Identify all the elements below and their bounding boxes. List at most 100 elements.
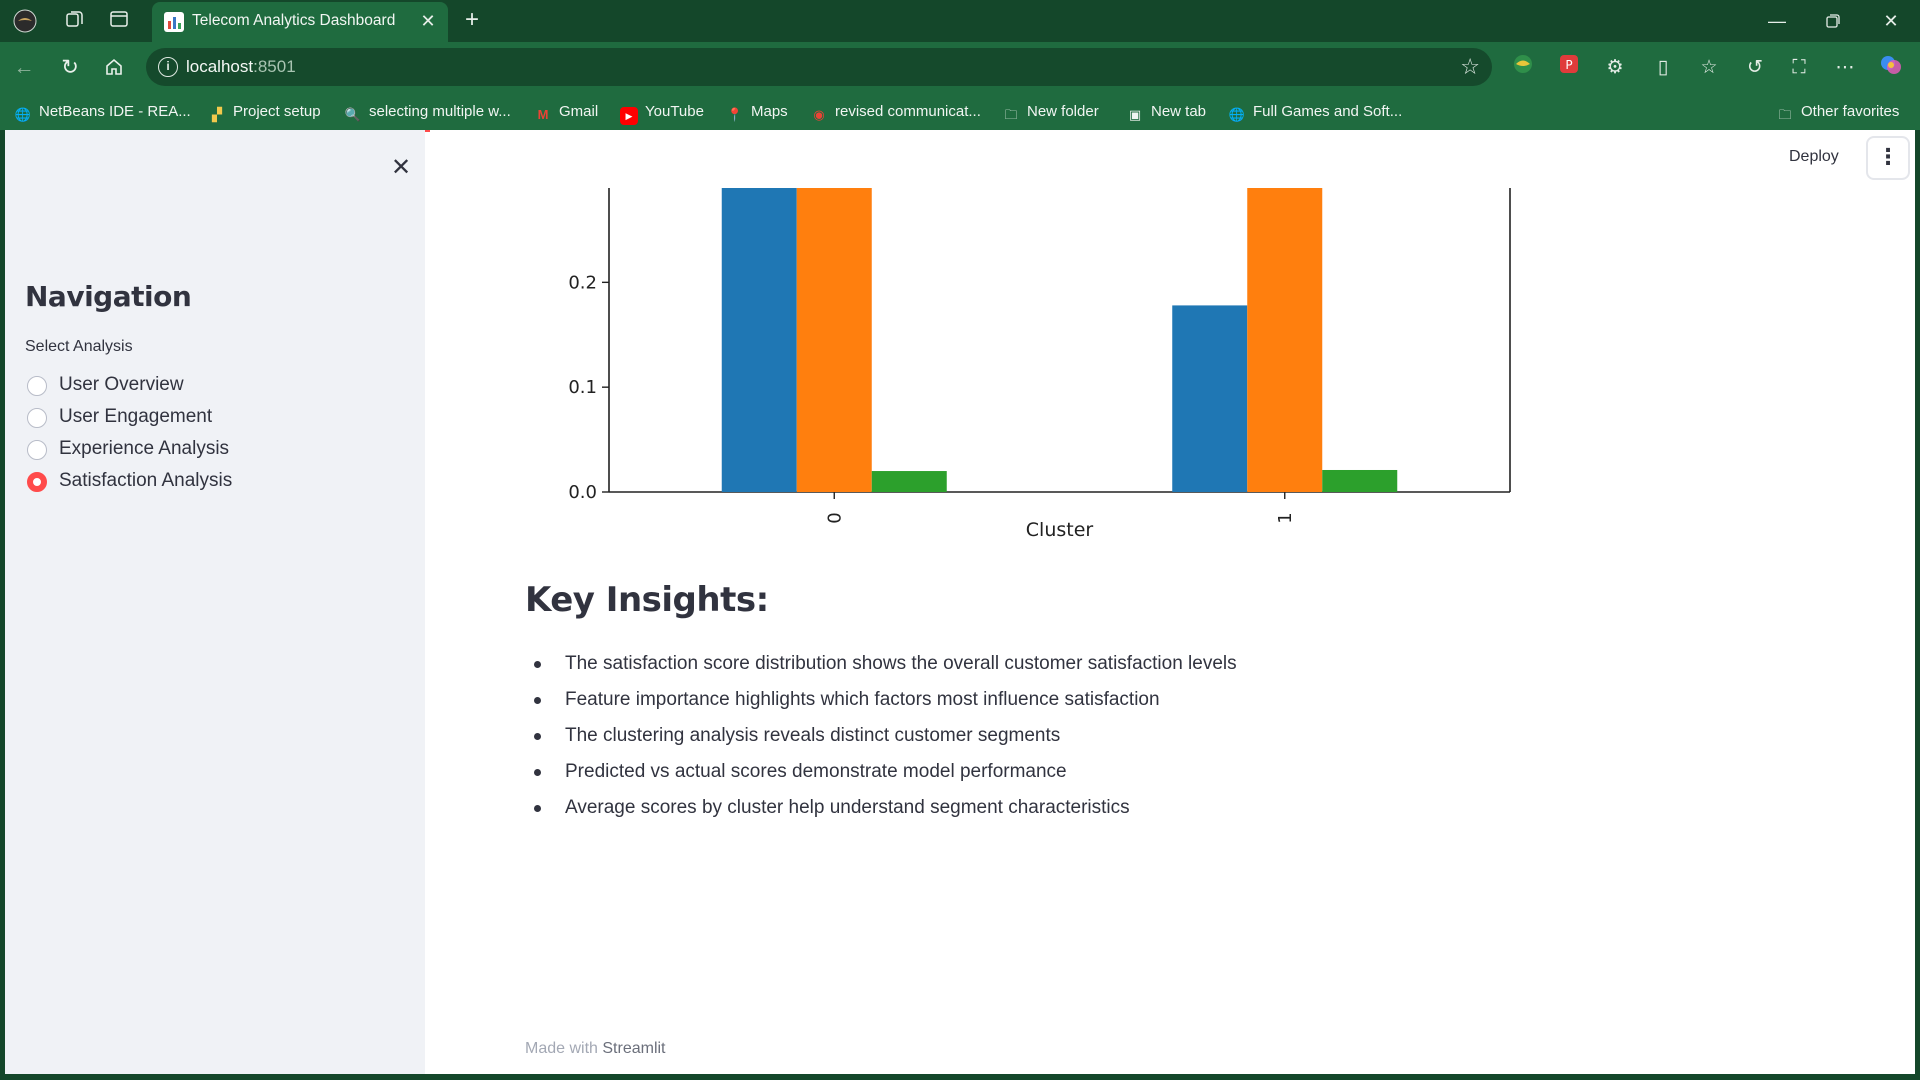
key-insights-title: Key Insights:	[525, 580, 769, 620]
more-menu-icon[interactable]: ⋯	[1830, 53, 1860, 83]
split-screen-icon[interactable]: ▯	[1648, 53, 1678, 83]
radio-circle-icon[interactable]	[27, 440, 47, 460]
bookmark-revised-communication[interactable]: ◉ revised communicat...	[810, 101, 981, 123]
svg-text:P: P	[1565, 58, 1572, 72]
close-sidebar-icon[interactable]: ✕	[381, 148, 421, 188]
new-tab-icon[interactable]: +	[458, 6, 486, 34]
reload-icon[interactable]: ↻	[56, 54, 84, 82]
list-item: Predicted vs actual scores demonstrate m…	[525, 758, 1237, 794]
bookmark-label: revised communicat...	[835, 103, 981, 120]
radio-circle-icon[interactable]	[27, 408, 47, 428]
list-item: Average scores by cluster help understan…	[525, 794, 1237, 830]
key-insights-list: The satisfaction score distribution show…	[525, 650, 1237, 830]
search-icon: 🔍	[344, 107, 362, 122]
maps-icon: 📍	[726, 107, 744, 122]
extension-red-icon[interactable]: P	[1554, 53, 1584, 83]
bookmark-label: YouTube	[645, 103, 704, 120]
home-icon[interactable]	[100, 54, 128, 82]
bookmark-label: Project setup	[233, 103, 321, 120]
bookmark-label: NetBeans IDE - REA...	[39, 103, 191, 120]
url-host: localhost	[186, 57, 254, 76]
screenshot-icon[interactable]: ⛶	[1784, 53, 1814, 83]
cluster-bar-chart: 0.0 0.1 0.2 0 1 Cluster	[568, 188, 1511, 541]
copilot-icon[interactable]	[1876, 53, 1906, 83]
favorites-icon[interactable]: ☆	[1694, 53, 1724, 83]
footer: Made with Streamlit	[525, 1040, 666, 1058]
bookmark-selecting-multiple[interactable]: 🔍 selecting multiple w...	[344, 101, 511, 123]
globe-icon: 🌐	[14, 107, 32, 122]
list-item: The satisfaction score distribution show…	[525, 650, 1237, 686]
bar	[721, 188, 797, 492]
back-icon[interactable]: ←	[10, 54, 38, 82]
bookmark-label: Full Games and Soft...	[1253, 103, 1403, 120]
bar	[1247, 188, 1323, 492]
tab-actions-icon[interactable]	[106, 9, 132, 33]
list-item: The clustering analysis reveals distinct…	[525, 722, 1237, 758]
restore-icon[interactable]	[1810, 6, 1856, 36]
profile-avatar-icon[interactable]	[12, 9, 38, 33]
tab-title: Telecom Analytics Dashboard	[192, 12, 396, 29]
made-with-text: Made with	[525, 1040, 598, 1057]
bookmark-label: New tab	[1151, 103, 1207, 120]
bookmark-gmail[interactable]: M Gmail	[534, 101, 599, 123]
extension-earth-icon[interactable]	[1508, 53, 1538, 83]
newtab-icon: ▣	[1128, 107, 1142, 122]
bookmark-label: New folder	[1027, 103, 1099, 120]
bookmark-maps[interactable]: 📍 Maps	[726, 101, 788, 123]
bar	[796, 188, 872, 492]
radio-label: Experience Analysis	[59, 438, 230, 459]
address-toolbar: ← ↻ i localhost:8501 ☆ P ⚙ ▯ ☆ ↺ ⛶ ⋯	[0, 42, 1920, 92]
bookmark-label: Maps	[751, 103, 788, 120]
list-item: Feature importance highlights which fact…	[525, 686, 1237, 722]
minimize-icon[interactable]: —	[1754, 6, 1800, 36]
workspaces-icon[interactable]	[62, 9, 88, 33]
favorite-star-icon[interactable]: ☆	[1460, 54, 1480, 80]
site-info-icon[interactable]: i	[158, 57, 178, 77]
bookmark-new-folder[interactable]: 🗀 New folder	[1002, 101, 1099, 123]
history-icon[interactable]: ↺	[1740, 53, 1770, 83]
bookmark-label: Gmail	[559, 103, 599, 120]
streamlit-link[interactable]: Streamlit	[602, 1040, 665, 1057]
bookmark-label: selecting multiple w...	[369, 103, 511, 120]
y-tick-label: 0.0	[568, 482, 597, 503]
y-tick-label: 0.1	[568, 377, 597, 398]
sidebar: ✕ Navigation Select Analysis User Overvi…	[5, 130, 425, 1074]
folder-icon: 🗀	[1778, 107, 1792, 122]
bar	[1172, 305, 1248, 492]
bookmark-project-setup[interactable]: ▞ Project setup	[208, 101, 321, 123]
address-bar[interactable]: i localhost:8501 ☆	[146, 48, 1492, 86]
extensions-puzzle-icon[interactable]: ⚙	[1600, 53, 1630, 83]
globe-icon: 🌐	[1228, 107, 1246, 122]
sidebar-title: Navigation	[25, 280, 192, 313]
bookmark-full-games[interactable]: 🌐 Full Games and Soft...	[1228, 101, 1402, 123]
tab-bar: Telecom Analytics Dashboard ✕ + — ✕	[0, 0, 1920, 42]
youtube-icon: ▶	[620, 107, 638, 125]
url-text[interactable]: localhost:8501	[186, 57, 296, 77]
chrome-icon: ◉	[813, 107, 825, 122]
tab-close-icon[interactable]: ✕	[416, 9, 440, 33]
select-analysis-label: Select Analysis	[25, 338, 133, 355]
close-window-icon[interactable]: ✕	[1868, 6, 1914, 36]
bar	[871, 471, 947, 492]
x-tick-label: 1	[1275, 512, 1296, 523]
radio-label: Satisfaction Analysis	[59, 470, 233, 491]
bookmark-youtube[interactable]: ▶ YouTube	[620, 101, 704, 125]
x-tick-label: 0	[824, 512, 845, 523]
tab-favicon-icon	[164, 12, 184, 32]
radio-circle-icon[interactable]	[27, 376, 47, 396]
app-viewport: ✕ Navigation Select Analysis User Overvi…	[5, 130, 1915, 1074]
bookmark-netbeans[interactable]: 🌐 NetBeans IDE - REA...	[14, 101, 191, 123]
bookmarks-bar: 🌐 NetBeans IDE - REA... ▞ Project setup 🔍 s…	[0, 92, 1920, 130]
x-axis-label: Cluster	[1026, 519, 1094, 541]
main-menu-button[interactable]: ⋮	[1866, 136, 1910, 180]
folder-icon: 🗀	[1004, 107, 1018, 122]
bar	[1322, 469, 1398, 492]
radio-selected-icon[interactable]	[27, 472, 47, 492]
tab-telecom-dashboard[interactable]: Telecom Analytics Dashboard ✕	[152, 2, 448, 42]
bookmark-other-favorites[interactable]: 🗀 Other favorites	[1776, 101, 1899, 123]
y-tick-label: 0.2	[568, 272, 597, 293]
deploy-button[interactable]: Deploy	[1789, 148, 1839, 166]
gmail-icon: M	[537, 107, 549, 122]
url-port: :8501	[253, 57, 296, 76]
bookmark-new-tab[interactable]: ▣ New tab	[1126, 101, 1206, 123]
